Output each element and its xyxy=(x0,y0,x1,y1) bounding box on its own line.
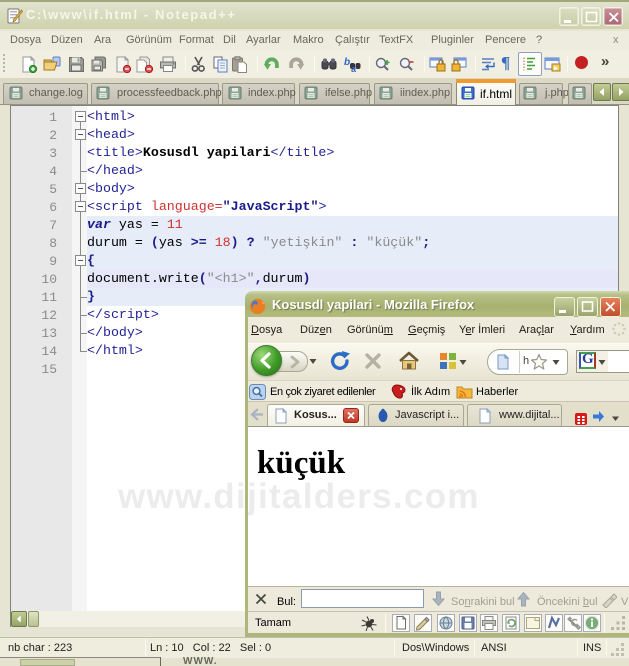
svg-text:b: b xyxy=(344,57,350,68)
